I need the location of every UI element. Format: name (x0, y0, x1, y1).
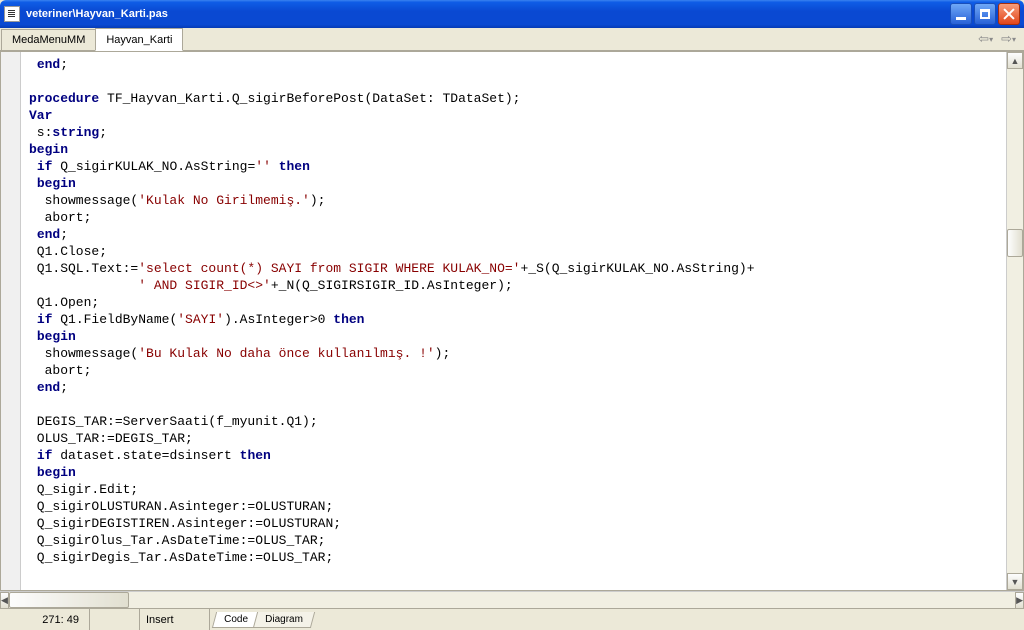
scroll-down-icon[interactable]: ▼ (1007, 573, 1023, 590)
tab-label: Hayvan_Karti (106, 34, 172, 46)
nav-back-icon[interactable]: ⇦▾ (978, 31, 993, 47)
insert-mode: Insert (140, 609, 210, 630)
window-buttons (950, 3, 1020, 25)
window-title: veteriner\Hayvan_Karti.pas (26, 8, 950, 20)
scroll-right-icon[interactable]: ▶ (1015, 592, 1024, 609)
scroll-track[interactable] (1007, 69, 1023, 573)
scroll-thumb[interactable] (9, 592, 129, 608)
horizontal-scrollbar[interactable]: ◀ ▶ (0, 591, 1024, 608)
titlebar: veteriner\Hayvan_Karti.pas (0, 0, 1024, 28)
scroll-left-icon[interactable]: ◀ (0, 592, 9, 609)
maximize-button[interactable] (974, 3, 996, 25)
cursor-position: 271: 49 (0, 609, 90, 630)
code-area[interactable]: end; procedure TF_Hayvan_Karti.Q_sigirBe… (21, 52, 1006, 590)
nav-forward-icon[interactable]: ⇨▾ (1001, 31, 1016, 47)
scroll-track[interactable] (9, 592, 1015, 608)
view-tabs: Code Diagram (210, 609, 310, 630)
gutter (1, 52, 21, 590)
statusbar: 271: 49 Insert Code Diagram (0, 608, 1024, 630)
tab-hayvan-karti[interactable]: Hayvan_Karti (95, 28, 183, 51)
tab-label: MedaMenuMM (12, 34, 85, 46)
tab-medamenu[interactable]: MedaMenuMM (1, 29, 96, 50)
editor: end; procedure TF_Hayvan_Karti.Q_sigirBe… (0, 51, 1024, 591)
tab-label: Diagram (265, 614, 303, 625)
tab-diagram[interactable]: Diagram (253, 612, 315, 628)
document-icon (4, 6, 20, 22)
nav-arrows: ⇦▾ ⇨▾ (978, 28, 1024, 50)
modified-indicator (90, 609, 140, 630)
tab-label: Code (224, 614, 248, 625)
minimize-button[interactable] (950, 3, 972, 25)
scroll-thumb[interactable] (1007, 229, 1023, 257)
scroll-up-icon[interactable]: ▲ (1007, 52, 1023, 69)
vertical-scrollbar[interactable]: ▲ ▼ (1006, 52, 1023, 590)
file-tabbar: MedaMenuMM Hayvan_Karti ⇦▾ ⇨▾ (0, 28, 1024, 51)
close-button[interactable] (998, 3, 1020, 25)
status-spacer (310, 609, 1024, 630)
